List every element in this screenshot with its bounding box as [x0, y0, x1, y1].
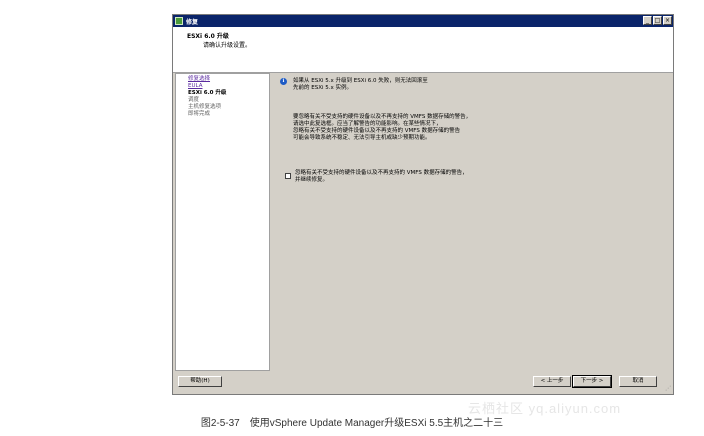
- cancel-button[interactable]: 取消: [619, 376, 657, 387]
- next-button[interactable]: 下一步 >: [572, 375, 612, 388]
- figure-caption: 图2-5-37 使用vSphere Update Manager升级ESXi 5…: [200, 418, 504, 429]
- step-ready-to-complete: 即将完成: [188, 111, 211, 117]
- close-icon[interactable]: ×: [663, 16, 672, 25]
- ignore-warnings-checkbox[interactable]: [285, 173, 291, 179]
- main-panel: i 如果从 ESXi 5.x 升级到 ESXi 6.0 失败，则无法回滚至 先前…: [271, 73, 671, 371]
- warning-text-4: 可能会导致系统不稳定、无法引导主机或缺少预期功能。: [293, 135, 431, 141]
- remediate-window: 修复 _ □ × ESXi 6.0 升级 请确认升级设置。 修复选择 EULA …: [172, 14, 674, 395]
- back-button[interactable]: < 上一步: [533, 376, 571, 387]
- info-text-2: 先前的 ESXi 5.x 实例。: [293, 85, 353, 91]
- checkbox-label-2[interactable]: 并继续修复。: [295, 177, 328, 184]
- page-title: ESXi 6.0 升级: [187, 33, 229, 40]
- info-icon: i: [280, 78, 287, 85]
- step-remediation-selection[interactable]: 修复选择: [188, 76, 210, 83]
- window-title: 修复: [186, 18, 199, 26]
- maximize-icon[interactable]: □: [653, 16, 662, 25]
- info-text-1: 如果从 ESXi 5.x 升级到 ESXi 6.0 失败，则无法回滚至: [293, 78, 428, 84]
- warning-text-2: 请选中此复选框。应当了解警告的功能影响。在某些情况下，: [293, 121, 442, 127]
- page-subtitle: 请确认升级设置。: [203, 42, 252, 49]
- title-bar[interactable]: 修复 _ □ ×: [173, 15, 673, 27]
- minimize-icon[interactable]: _: [643, 16, 652, 25]
- step-host-remediation-options: 主机修复选项: [188, 104, 222, 110]
- warning-text-1: 要忽略有关不受支持的硬件设备以及不再支持的 VMFS 数据存储的警告，: [293, 114, 472, 120]
- resize-grip-icon[interactable]: ⋰: [665, 385, 671, 392]
- wizard-footer: 帮助(H) < 上一步 下一步 > 取消 ⋰: [173, 370, 673, 394]
- step-eula[interactable]: EULA: [188, 83, 202, 90]
- warning-text-3: 忽略有关不受支持的硬件设备以及不再支持的 VMFS 数据存储的警告: [293, 128, 461, 134]
- step-schedule: 调度: [188, 97, 200, 103]
- wizard-steps: 修复选择 EULA ESXi 6.0 升级 调度 主机修复选项 即将完成: [175, 73, 270, 371]
- step-esxi-upgrade: ESXi 6.0 升级: [188, 90, 227, 96]
- app-icon: [175, 17, 183, 25]
- checkbox-label-1[interactable]: 忽略有关不受支持的硬件设备以及不再支持的 VMFS 数据存储的警告，: [295, 170, 468, 177]
- help-button[interactable]: 帮助(H): [178, 376, 222, 387]
- wizard-header: ESXi 6.0 升级 请确认升级设置。: [173, 27, 673, 73]
